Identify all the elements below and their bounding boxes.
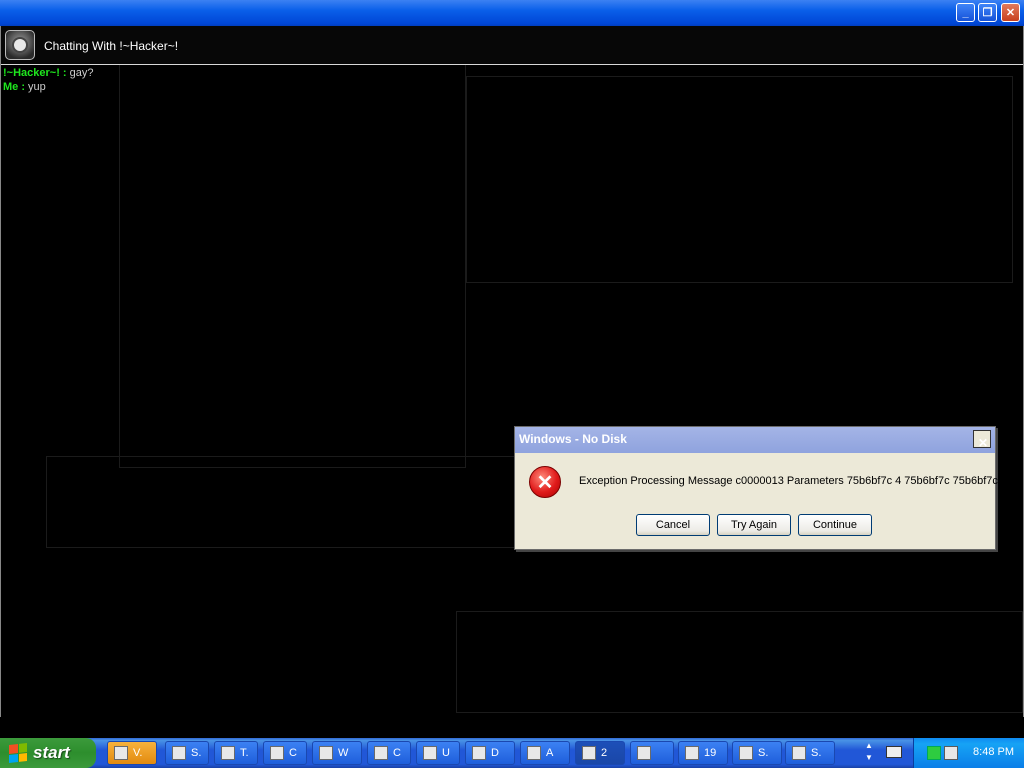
taskbar-button[interactable]: S. (785, 741, 835, 765)
ghost-window (466, 76, 1013, 283)
error-icon: ✕ (529, 466, 561, 498)
taskbar-button-label: 19 (704, 747, 717, 759)
restore-button[interactable]: ❐ (978, 3, 997, 22)
app-icon (221, 746, 235, 760)
taskbar-button[interactable]: T. (214, 741, 258, 765)
taskbar-button-label: C (393, 747, 401, 759)
try-again-button[interactable]: Try Again (717, 514, 791, 536)
taskbar-button-label: C (289, 747, 297, 759)
taskbar-button[interactable]: C (367, 741, 411, 765)
app-icon (374, 746, 388, 760)
message-text: gay? (66, 67, 94, 79)
close-icon: ✕ (978, 436, 989, 450)
message-nick: !~Hacker~! : (3, 67, 67, 79)
taskbar-button-label: S. (758, 747, 769, 759)
ghost-window (119, 46, 466, 468)
app-icon (172, 746, 186, 760)
dialog-title-bar[interactable]: Windows - No Disk ✕ (515, 427, 995, 453)
taskbar-button[interactable]: A (520, 741, 570, 765)
chat-window: Chatting With !~Hacker~! !~Hacker~! : ga… (0, 26, 1024, 717)
message-item: Me : yup (3, 80, 94, 94)
taskbar-button[interactable]: W (312, 741, 362, 765)
taskbar-button-label: S. (811, 747, 822, 759)
chat-header: Chatting With !~Hacker~! (1, 26, 1023, 65)
avatar[interactable] (5, 30, 35, 60)
taskbar-button-label: T. (240, 747, 249, 759)
network-icon[interactable] (927, 746, 941, 760)
taskbar-button-label: A (546, 747, 554, 759)
taskbar-button[interactable]: 2 (575, 741, 625, 765)
volume-icon[interactable] (944, 746, 958, 760)
clock[interactable]: 8:48 PM (973, 746, 1014, 758)
dialog-title: Windows - No Disk (519, 432, 627, 446)
message-text: yup (25, 81, 46, 93)
taskbar-button[interactable] (630, 741, 674, 765)
cancel-button[interactable]: Cancel (636, 514, 710, 536)
dialog-close-button[interactable]: ✕ (973, 430, 991, 450)
app-icon (114, 746, 128, 760)
message-item: !~Hacker~! : gay? (3, 66, 94, 80)
app-icon (685, 746, 699, 760)
taskbar-button-label: 2 (601, 747, 608, 759)
app-icon (792, 746, 806, 760)
taskbar: start V. S. T. C W C U D A 2 19 S. S. ▲ ▼ 8:48 PM (0, 738, 1024, 768)
taskbar-button[interactable]: S. (732, 741, 782, 765)
app-icon (582, 746, 596, 760)
taskbar-button-label: U (442, 747, 450, 759)
continue-button[interactable]: Continue (798, 514, 872, 536)
taskbar-button[interactable]: 19 (678, 741, 728, 765)
taskbar-button[interactable]: S. (165, 741, 209, 765)
taskbar-button[interactable]: D (465, 741, 515, 765)
message-log[interactable]: !~Hacker~! : gay? Me : yup (3, 66, 94, 94)
taskbar-button-label: V. (133, 747, 143, 759)
close-button[interactable]: ✕ (1001, 3, 1020, 22)
taskbar-button[interactable]: V. (107, 741, 157, 765)
taskbar-button[interactable]: U (416, 741, 460, 765)
minimize-button[interactable]: _ (956, 3, 975, 22)
taskbar-button-label: S. (191, 747, 202, 759)
start-button[interactable]: start (0, 738, 96, 768)
app-icon (739, 746, 753, 760)
windows-logo-icon (9, 743, 27, 763)
ghost-window (456, 611, 1023, 713)
ghost-window (46, 456, 518, 548)
minimize-icon: _ (962, 6, 969, 19)
close-icon: ✕ (1005, 7, 1016, 19)
dialog-message: Exception Processing Message c0000013 Pa… (579, 475, 998, 487)
taskbar-button[interactable]: C (263, 741, 307, 765)
error-dialog: Windows - No Disk ✕ ✕ Exception Processi… (514, 426, 998, 550)
taskbar-scroll[interactable]: ▲ ▼ (863, 740, 875, 766)
app-icon (270, 746, 284, 760)
system-tray: 8:48 PM (913, 738, 1024, 768)
app-icon (319, 746, 333, 760)
taskbar-button-label: W (338, 747, 349, 759)
taskbar-button-label: D (491, 747, 499, 759)
chat-title: Chatting With !~Hacker~! (44, 39, 179, 53)
app-icon (637, 746, 651, 760)
window-title-bar[interactable]: _ ❐ ✕ (0, 0, 1024, 26)
app-icon (423, 746, 437, 760)
message-nick: Me : (3, 81, 25, 93)
start-label: start (33, 743, 70, 762)
app-icon (527, 746, 541, 760)
app-icon (472, 746, 486, 760)
restore-icon: ❐ (982, 7, 993, 19)
keyboard-icon[interactable] (886, 746, 902, 758)
